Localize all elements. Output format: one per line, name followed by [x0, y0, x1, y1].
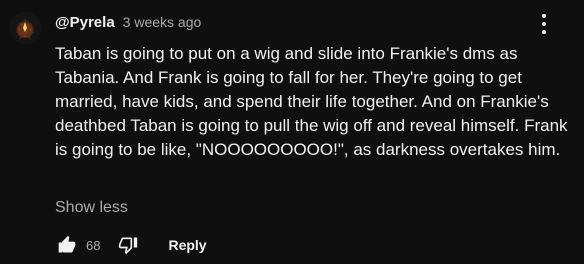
menu-dot [542, 30, 546, 34]
thumbs-up-icon[interactable] [55, 233, 79, 257]
reply-button[interactable]: Reply [168, 237, 206, 253]
comment-text: Taban is going to put on a wig and slide… [55, 44, 568, 159]
comment-actions: 68 Reply [55, 233, 207, 257]
timestamp[interactable]: 3 weeks ago [123, 14, 202, 30]
menu-dot [542, 22, 546, 26]
more-vert-icon[interactable] [536, 12, 552, 36]
thumbs-down-icon[interactable] [116, 233, 140, 257]
like-count: 68 [86, 237, 101, 253]
author-name[interactable]: @Pyrela [55, 14, 115, 31]
show-less-button[interactable]: Show less [55, 199, 128, 217]
menu-dot [542, 14, 546, 18]
comment-header: @Pyrela 3 weeks ago [55, 14, 201, 31]
avatar-image [9, 12, 41, 44]
comment-thread: @Pyrela 3 weeks ago Taban is going to pu… [0, 0, 584, 264]
avatar[interactable] [9, 12, 41, 44]
